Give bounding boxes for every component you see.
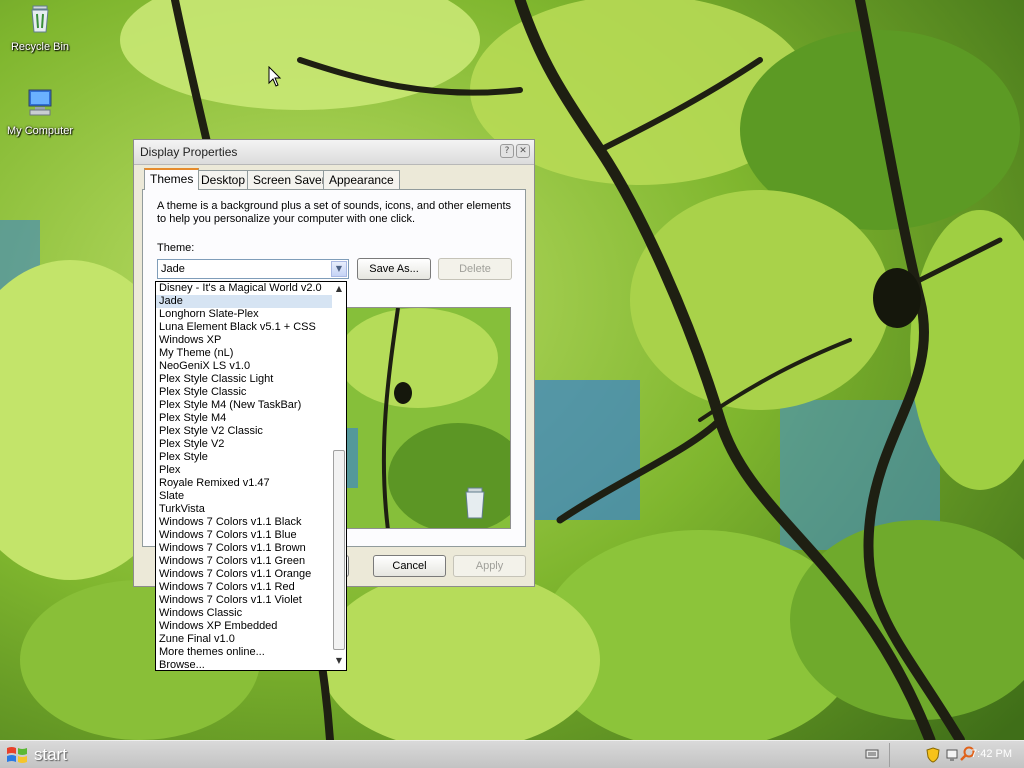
theme-option[interactable]: Slate — [156, 490, 332, 503]
help-button[interactable]: ? — [500, 144, 514, 158]
delete-button[interactable]: Delete — [438, 258, 512, 280]
security-shield-icon[interactable] — [926, 747, 940, 763]
theme-option[interactable]: Plex Style — [156, 451, 332, 464]
theme-option[interactable]: Plex — [156, 464, 332, 477]
theme-option[interactable]: Windows 7 Colors v1.1 Violet — [156, 594, 332, 607]
theme-option[interactable]: My Theme (nL) — [156, 347, 332, 360]
theme-option[interactable]: Windows 7 Colors v1.1 Red — [156, 581, 332, 594]
theme-options: Disney - It's a Magical World v2.0 Jade Lo… — [156, 282, 332, 672]
tab-desktop[interactable]: Desktop — [195, 170, 252, 189]
theme-option[interactable]: Windows 7 Colors v1.1 Brown — [156, 542, 332, 555]
theme-option[interactable]: Windows 7 Colors v1.1 Black — [156, 516, 332, 529]
chevron-down-icon[interactable]: ▼ — [331, 261, 347, 277]
theme-option[interactable]: Royale Remixed v1.47 — [156, 477, 332, 490]
mouse-cursor-icon — [268, 66, 282, 87]
save-as-button[interactable]: Save As... — [357, 258, 431, 280]
theme-select[interactable]: Jade ▼ — [157, 259, 349, 279]
my-computer-icon — [28, 89, 52, 116]
theme-option[interactable]: Zune Final v1.0 — [156, 633, 332, 646]
theme-option[interactable]: NeoGeniX LS v1.0 — [156, 360, 332, 373]
recycle-bin-icon — [31, 5, 49, 33]
close-button[interactable]: ✕ — [516, 144, 530, 158]
start-label: start — [34, 745, 68, 764]
desktop-icon-my-computer[interactable]: My Computer — [0, 86, 80, 137]
keyboard-icon[interactable] — [865, 747, 879, 761]
theme-option[interactable]: Plex Style M4 (New TaskBar) — [156, 399, 332, 412]
scroll-down-icon[interactable]: ▼ — [334, 656, 344, 666]
help-icon: ? — [504, 146, 510, 156]
theme-option[interactable]: Luna Element Black v5.1 + CSS — [156, 321, 332, 334]
dropdown-scrollbar[interactable]: ▲ ▼ — [332, 282, 346, 670]
theme-option[interactable]: Browse... — [156, 659, 332, 672]
theme-option[interactable]: Windows XP — [156, 334, 332, 347]
scroll-up-icon[interactable]: ▲ — [334, 284, 344, 294]
theme-option[interactable]: Windows 7 Colors v1.1 Orange — [156, 568, 332, 581]
taskbar: start 7:42 PM — [0, 740, 1024, 768]
theme-option[interactable]: Longhorn Slate-Plex — [156, 308, 332, 321]
desktop-icon-label: Recycle Bin — [10, 41, 70, 53]
theme-option[interactable]: Windows 7 Colors v1.1 Blue — [156, 529, 332, 542]
theme-option[interactable]: Jade — [156, 295, 332, 308]
theme-label: Theme: — [157, 242, 195, 254]
cancel-button[interactable]: Cancel — [373, 555, 446, 577]
desktop-icon-label: My Computer — [6, 125, 74, 137]
network-icon[interactable] — [946, 747, 960, 763]
tab-screen-saver[interactable]: Screen Saver — [247, 170, 332, 189]
theme-option[interactable]: More themes online... — [156, 646, 332, 659]
theme-dropdown-list[interactable]: Disney - It's a Magical World v2.0 Jade Lo… — [155, 281, 347, 671]
theme-option[interactable]: Windows Classic — [156, 607, 332, 620]
theme-option[interactable]: Plex Style Classic Light — [156, 373, 332, 386]
theme-option[interactable]: Disney - It's a Magical World v2.0 — [156, 282, 332, 295]
themes-description: A theme is a background plus a set of so… — [157, 200, 512, 225]
clock[interactable]: 7:42 PM — [971, 748, 1012, 760]
window-titlebar[interactable]: Display Properties ? ✕ — [134, 140, 534, 165]
tab-themes[interactable]: Themes — [144, 168, 200, 190]
theme-option[interactable]: Plex Style Classic — [156, 386, 332, 399]
theme-option[interactable]: Plex Style V2 Classic — [156, 425, 332, 438]
theme-option[interactable]: TurkVista — [156, 503, 332, 516]
start-button[interactable]: start — [2, 743, 76, 767]
preview-recycle-bin-icon — [465, 487, 485, 519]
tab-appearance[interactable]: Appearance — [323, 170, 400, 189]
close-icon: ✕ — [519, 146, 527, 156]
theme-option[interactable]: Windows 7 Colors v1.1 Green — [156, 555, 332, 568]
theme-option[interactable]: Plex Style V2 — [156, 438, 332, 451]
theme-select-value: Jade — [161, 263, 185, 275]
apply-button[interactable]: Apply — [453, 555, 526, 577]
scrollbar-thumb[interactable] — [333, 450, 345, 650]
theme-option[interactable]: Windows XP Embedded — [156, 620, 332, 633]
window-title: Display Properties — [140, 145, 238, 159]
desktop-icon-recycle-bin[interactable]: Recycle Bin — [0, 2, 80, 53]
theme-option[interactable]: Plex Style M4 — [156, 412, 332, 425]
windows-logo-icon — [7, 747, 27, 763]
system-tray: 7:42 PM — [889, 743, 1024, 767]
